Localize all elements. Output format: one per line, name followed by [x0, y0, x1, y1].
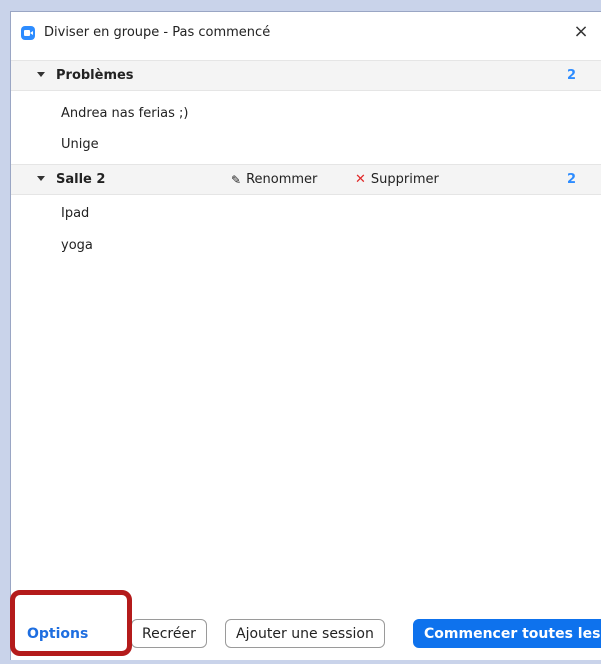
group-name: Salle 2 — [56, 172, 106, 187]
title-bar: Diviser en groupe - Pas commencé × — [11, 12, 601, 55]
group-header-salle-2[interactable]: Salle 2 ✎ Renommer ✕ Supprimer 2 — [11, 164, 601, 195]
breakout-rooms-window: Diviser en groupe - Pas commencé × Probl… — [10, 11, 601, 660]
group-header-problemes[interactable]: Problèmes 2 — [11, 60, 601, 91]
pencil-icon: ✎ — [231, 172, 242, 187]
participant-item[interactable]: Andrea nas ferias ;) — [61, 106, 189, 121]
delete-button[interactable]: ✕ Supprimer — [355, 172, 439, 187]
group-count: 2 — [566, 68, 576, 83]
delete-label: Supprimer — [370, 172, 439, 187]
recreate-button[interactable]: Recréer — [131, 619, 207, 648]
participant-item[interactable]: Unige — [61, 137, 99, 152]
delete-x-icon: ✕ — [355, 172, 366, 187]
rename-button[interactable]: ✎ Renommer — [231, 172, 317, 187]
rename-label: Renommer — [246, 172, 318, 187]
participant-item[interactable]: Ipad — [61, 206, 89, 221]
window-title: Diviser en groupe - Pas commencé — [44, 25, 271, 40]
group-count: 2 — [566, 172, 576, 187]
caret-down-icon[interactable] — [37, 176, 45, 181]
add-session-button[interactable]: Ajouter une session — [225, 619, 385, 648]
close-icon[interactable]: × — [571, 22, 591, 42]
highlight-annotation-box — [10, 590, 132, 656]
screenshot-frame: Diviser en groupe - Pas commencé × Probl… — [0, 0, 601, 664]
caret-down-icon[interactable] — [37, 72, 45, 77]
group-name: Problèmes — [56, 68, 134, 83]
participant-item[interactable]: yoga — [61, 238, 93, 253]
start-all-sessions-button[interactable]: Commencer toutes les sessions — [413, 619, 601, 648]
zoom-app-icon — [21, 26, 35, 40]
